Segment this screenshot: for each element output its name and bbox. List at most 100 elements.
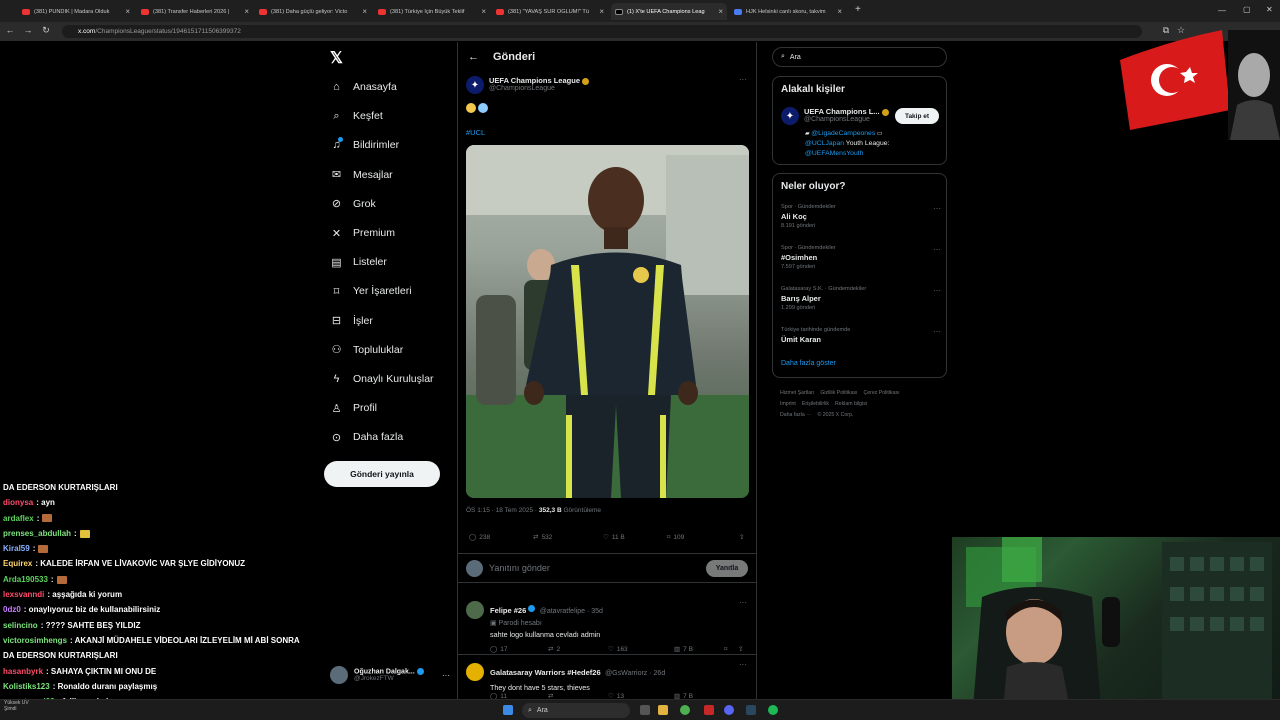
nav-item-anasayfa[interactable]: ⌂ Anasayfa [330,74,397,100]
reload-icon[interactable]: ↻ [38,25,54,36]
chat-username[interactable]: Arda190533 [3,575,48,584]
chat-username[interactable]: 0dz0 [3,605,21,614]
spotify-icon[interactable] [768,705,778,715]
post-button[interactable]: Gönderi yayınla [324,461,440,487]
account-switcher[interactable]: Oğuzhan Dalgak... @JrokezFTW ··· [330,660,450,690]
footer-link[interactable]: Daha fazla ··· [780,412,811,418]
maximize-icon[interactable]: ▢ [1243,5,1251,14]
browser-tab[interactable]: (1) X'te UEFA Champions Leag × [611,3,727,20]
reply-item[interactable]: Felipe #26 @atavratfelipe · 35d ▣ Parodi… [457,593,757,655]
chat-username[interactable]: ardaflex [3,514,34,523]
chat-username[interactable]: hasanbyrk [3,667,43,676]
heart-icon[interactable]: ♡ 163 [608,645,674,654]
url-field[interactable]: x.com/ChampionsLeague/status/19461517115… [62,25,1142,38]
weather-widget[interactable]: Yüksek UV Şimdi [4,700,29,712]
footer-link[interactable]: Gizlilik Politikası [820,390,857,396]
reply-more-icon[interactable]: ··· [739,598,747,607]
author-handle[interactable]: @ChampionsLeague [489,85,589,92]
new-tab-button[interactable]: + [855,4,861,15]
close-tab-icon[interactable]: × [125,7,130,16]
browser-tab[interactable]: (381) "YAVAŞ SÜR OĞLUM!" Tü × [492,3,608,20]
like-action[interactable]: ♡ 11 B [603,533,667,542]
chat-username[interactable]: Kolistiks123 [3,682,50,691]
close-tab-icon[interactable]: × [244,7,249,16]
close-tab-icon[interactable]: × [718,7,723,16]
nav-item-daha-fazla[interactable]: ⊙ Daha fazla [330,424,403,450]
trend-item[interactable]: Galatasaray S.K. · Gündemdekiler Barış Al… [781,286,941,311]
back-arrow-icon[interactable]: ← [468,51,479,63]
browser-tab[interactable]: (381) Transfer Haberleri 2026 | × [137,3,253,20]
share-icon[interactable]: ⇪ [739,533,744,541]
nav-item-listeler[interactable]: ▤ Listeler [330,249,387,275]
chat-username[interactable]: dionysa [3,498,33,507]
show-more-link[interactable]: Daha fazla göster [781,360,836,367]
nav-item-ke-fet[interactable]: ⌕ Keşfet [330,103,382,129]
reply-button[interactable]: Yanıtla [706,559,748,577]
footer-link[interactable]: Çerez Politikası [864,390,900,396]
taskbar-search[interactable]: ⌕ Ara [522,703,630,718]
post-author[interactable]: ✦ UEFA Champions League @ChampionsLeague [466,76,589,94]
nav-item-profil[interactable]: ♙ Profil [330,395,377,421]
reply-item[interactable]: Galatasaray Warriors #Hedef26 @GsWarrior… [457,655,757,700]
chat-username[interactable]: Equirex [3,559,32,568]
trend-more-icon[interactable]: ··· [933,286,941,295]
trend-item[interactable]: Spor · Gündemdekiler Ali Koç 8.191 gönderi… [781,204,941,229]
close-tab-icon[interactable]: × [837,7,842,16]
browser-tab[interactable]: HJK Helsinki canlı skoru, takvim × [730,3,846,20]
nav-item-bildirimler[interactable]: ♫ Bildirimler [330,132,399,158]
trend-more-icon[interactable]: ··· [933,204,941,213]
trend-more-icon[interactable]: ··· [933,245,941,254]
author-name[interactable]: UEFA Champions League [489,76,580,85]
chat-username[interactable]: prenses_abdullah [3,529,71,538]
browser-tab[interactable]: (381) PUNDİK | Madara Olduk × [18,3,134,20]
more-dots-icon[interactable]: ··· [442,671,450,680]
related-account[interactable]: ✦ UEFA Champions L... @ChampionsLeague [781,107,889,125]
nav-item-grok[interactable]: ⊘ Grok [330,191,376,217]
task-view-icon[interactable] [640,705,650,715]
nav-item-premium[interactable]: ✕ Premium [330,220,395,246]
minimize-icon[interactable]: — [1218,6,1226,15]
close-window-icon[interactable]: ✕ [1266,5,1273,14]
browser-tab[interactable]: (381) Daha güçlü geliyor: Victo × [255,3,371,20]
trend-item[interactable]: Türkiye tarihinde gündemde Ümit Karan ··· [781,327,941,346]
chrome-icon[interactable] [680,705,690,715]
footer-link[interactable]: © 2025 X Corp. [817,412,853,418]
footer-link[interactable]: Erişilebilirlik [802,401,829,407]
chat-username[interactable]: selincino [3,621,38,630]
chat-username[interactable]: victorosimhengs [3,636,67,645]
nav-item-i-ler[interactable]: ⊟ İşler [330,308,373,334]
reply-icon[interactable]: ◯ 17 [490,645,548,654]
trend-more-icon[interactable]: ··· [933,327,941,336]
nav-item-onayl-kurulu-lar[interactable]: ϟ Onaylı Kuruluşlar [330,366,434,392]
nav-item-topluluklar[interactable]: ⚇ Topluluklar [330,337,404,363]
bookmark-action[interactable]: ⌑ 109 [667,533,739,542]
follow-button[interactable]: Takip et [895,108,939,124]
nav-item-yer-i-aretleri[interactable]: ⌑ Yer İşaretleri [330,278,412,304]
hashtag-link[interactable]: #UCL [466,128,485,137]
forward-icon[interactable]: → [20,25,36,35]
windows-start-icon[interactable] [503,705,513,715]
back-icon[interactable]: ← [2,25,18,35]
x-logo-icon[interactable]: 𝕏 [330,48,343,68]
close-tab-icon[interactable]: × [481,7,486,16]
reply-more-icon[interactable]: ··· [739,660,747,669]
chat-username[interactable]: Kiral59 [3,544,30,553]
chat-username[interactable]: lexsvanndi [3,590,44,599]
share-icon[interactable]: ⇪ [738,645,743,653]
post-more-icon[interactable]: ··· [739,75,747,84]
steam-icon[interactable] [746,705,756,715]
views-icon[interactable]: ▥ 7 B [674,645,724,654]
reply-action[interactable]: ◯ 238 [469,533,533,542]
bookmark-icon[interactable]: ⌑ [724,645,738,653]
discord-icon[interactable] [724,705,734,715]
trend-item[interactable]: Spor · Gündemdekiler #Osimhen 7.597 gönder… [781,245,941,270]
footer-link[interactable]: Reklam bilgisi [835,401,867,407]
nav-item-mesajlar[interactable]: ✉ Mesajlar [330,162,393,188]
app-icon[interactable] [704,705,714,715]
reply-author[interactable]: Felipe #26 [490,606,526,615]
reply-input[interactable]: Yanıtını gönder [489,563,700,573]
search-input[interactable]: ⌕ Ara [772,47,947,67]
reply-author[interactable]: Galatasaray Warriors #Hedef26 [490,668,601,677]
footer-link[interactable]: Imprint [780,401,796,407]
footer-link[interactable]: Hizmet Şartları [780,390,814,396]
